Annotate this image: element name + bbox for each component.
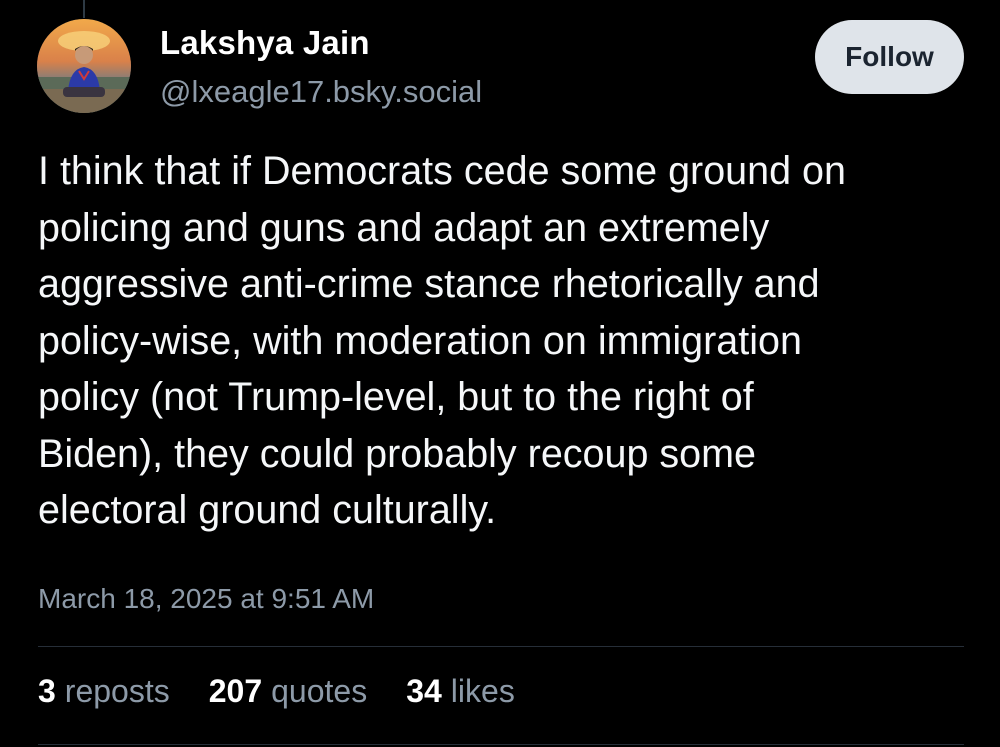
divider [38, 744, 964, 745]
author-display-name[interactable]: Lakshya Jain [160, 24, 370, 62]
post-timestamp[interactable]: March 18, 2025 at 9:51 AM [38, 583, 374, 615]
quotes-count: 207 [208, 673, 263, 709]
post-text: I think that if Democrats cede some grou… [38, 143, 973, 539]
author-handle[interactable]: @lxeagle17.bsky.social [160, 74, 482, 110]
post-text-line: policy-wise, with moderation on immigrat… [38, 318, 802, 363]
follow-button[interactable]: Follow [815, 20, 964, 94]
post-text-line: aggressive anti-crime stance rhetoricall… [38, 262, 820, 306]
post-text-line: policing and guns and adapt an extremely [38, 205, 770, 250]
quotes-label: quotes [271, 673, 368, 709]
post-text-line: policy (not Trump-level, but to the righ… [38, 375, 754, 419]
post-text-line: Biden), they could probably recoup some [38, 431, 757, 476]
likes-label: likes [450, 673, 515, 709]
divider [38, 646, 964, 647]
avatar[interactable] [37, 19, 131, 113]
post-stats: 3 reposts 207 quotes 34 likes [38, 673, 515, 710]
reposts-count: 3 [38, 673, 56, 709]
avatar-photo [37, 19, 131, 113]
likes-stat[interactable]: 34 likes [406, 673, 515, 710]
thread-connector-line [83, 0, 85, 18]
post-text-line: electoral ground culturally. [38, 488, 497, 532]
quotes-stat[interactable]: 207 quotes [209, 673, 367, 710]
reposts-label: reposts [64, 673, 170, 709]
reposts-stat[interactable]: 3 reposts [38, 673, 170, 710]
post-text-line: I think that if Democrats cede some grou… [38, 149, 846, 193]
likes-count: 34 [406, 673, 442, 709]
